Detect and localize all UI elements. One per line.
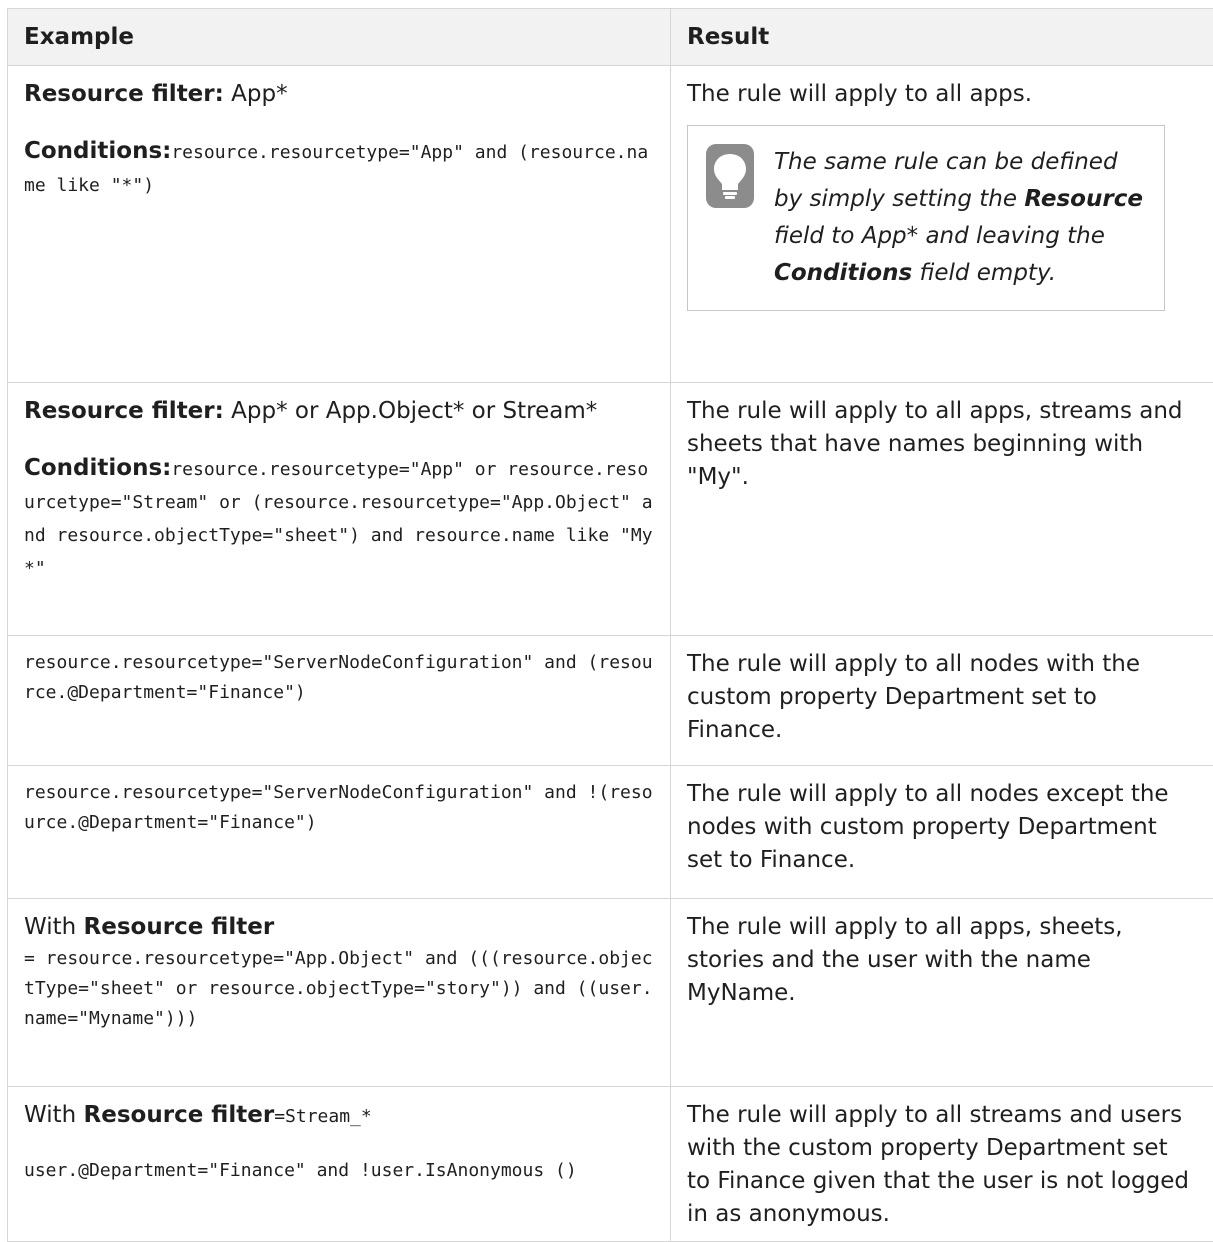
result-cell: The rule will apply to all apps. The sam… [671, 66, 1213, 383]
table-row: With Resource filter=Stream_* user.@Depa… [8, 1087, 1213, 1242]
example-cell: Resource filter: App* Conditions:resourc… [8, 66, 671, 383]
resource-filter-code: =Stream_* [274, 1106, 372, 1127]
result-text: The rule will apply to all nodes with th… [687, 648, 1197, 747]
rule-code: user.@Department="Finance" and !user.IsA… [24, 1156, 654, 1186]
conditions-label: Conditions: [24, 455, 171, 481]
table-header-row: Example Result [8, 9, 1213, 66]
result-cell: The rule will apply to all apps, streams… [671, 383, 1213, 636]
lightbulb-icon [706, 144, 754, 208]
with-label: With [24, 914, 84, 940]
example-cell: resource.resourcetype="ServerNodeConfigu… [8, 766, 671, 899]
rule-code: = resource.resourcetype="App.Object" and… [24, 944, 654, 1034]
resource-filter-label: Resource filter [84, 914, 275, 940]
tip-bold-conditions: Conditions [774, 260, 912, 286]
conditions-line: Conditions:resource.resourcetype="App" a… [24, 135, 654, 201]
tip-text-part: field empty. [912, 260, 1056, 286]
table-row: With Resource filter = resource.resource… [8, 899, 1213, 1087]
resource-filter-value: App* [231, 81, 287, 107]
document-page: Example Result Resource filter: App* Con… [0, 0, 1213, 1210]
result-text: The rule will apply to all apps, sheets,… [687, 911, 1197, 1010]
resource-filter-label: Resource filter: [24, 398, 224, 424]
result-text: The rule will apply to all nodes except … [687, 778, 1197, 877]
tip-box: The same rule can be defined by simply s… [687, 125, 1165, 311]
conditions-line: Conditions:resource.resourcetype="App" o… [24, 452, 654, 584]
example-cell: resource.resourcetype="ServerNodeConfigu… [8, 636, 671, 766]
resource-filter-line: Resource filter: App* [24, 78, 654, 111]
result-text: The rule will apply to all apps, streams… [687, 395, 1197, 494]
result-text: The rule will apply to all streams and u… [687, 1099, 1197, 1231]
tip-text-part: field to App* and leaving the [774, 223, 1105, 249]
table-row: Resource filter: App* or App.Object* or … [8, 383, 1213, 636]
example-cell: Resource filter: App* or App.Object* or … [8, 383, 671, 636]
header-result: Result [671, 9, 1213, 66]
table-row: resource.resourcetype="ServerNodeConfigu… [8, 766, 1213, 899]
result-cell: The rule will apply to all apps, sheets,… [671, 899, 1213, 1087]
header-example: Example [8, 9, 671, 66]
tip-bold-resource: Resource [1024, 186, 1143, 212]
result-text: The rule will apply to all apps. [687, 78, 1197, 111]
conditions-label: Conditions: [24, 138, 171, 164]
access-rule-examples-table: Example Result Resource filter: App* Con… [7, 8, 1213, 1242]
with-resource-filter-line: With Resource filter=Stream_* [24, 1099, 654, 1132]
resource-filter-label: Resource filter [84, 1102, 275, 1128]
result-cell: The rule will apply to all nodes except … [671, 766, 1213, 899]
result-cell: The rule will apply to all nodes with th… [671, 636, 1213, 766]
rule-code: resource.resourcetype="ServerNodeConfigu… [24, 778, 654, 838]
example-cell: With Resource filter = resource.resource… [8, 899, 671, 1087]
resource-filter-value: App* or App.Object* or Stream* [231, 398, 597, 424]
with-label: With [24, 1102, 84, 1128]
example-cell: With Resource filter=Stream_* user.@Depa… [8, 1087, 671, 1242]
table-row: resource.resourcetype="ServerNodeConfigu… [8, 636, 1213, 766]
rule-code: resource.resourcetype="ServerNodeConfigu… [24, 648, 654, 708]
tip-text: The same rule can be defined by simply s… [774, 144, 1150, 292]
result-cell: The rule will apply to all streams and u… [671, 1087, 1213, 1242]
resource-filter-line: Resource filter: App* or App.Object* or … [24, 395, 654, 428]
with-resource-filter-line: With Resource filter [24, 911, 654, 944]
table-row: Resource filter: App* Conditions:resourc… [8, 66, 1213, 383]
resource-filter-label: Resource filter: [24, 81, 224, 107]
